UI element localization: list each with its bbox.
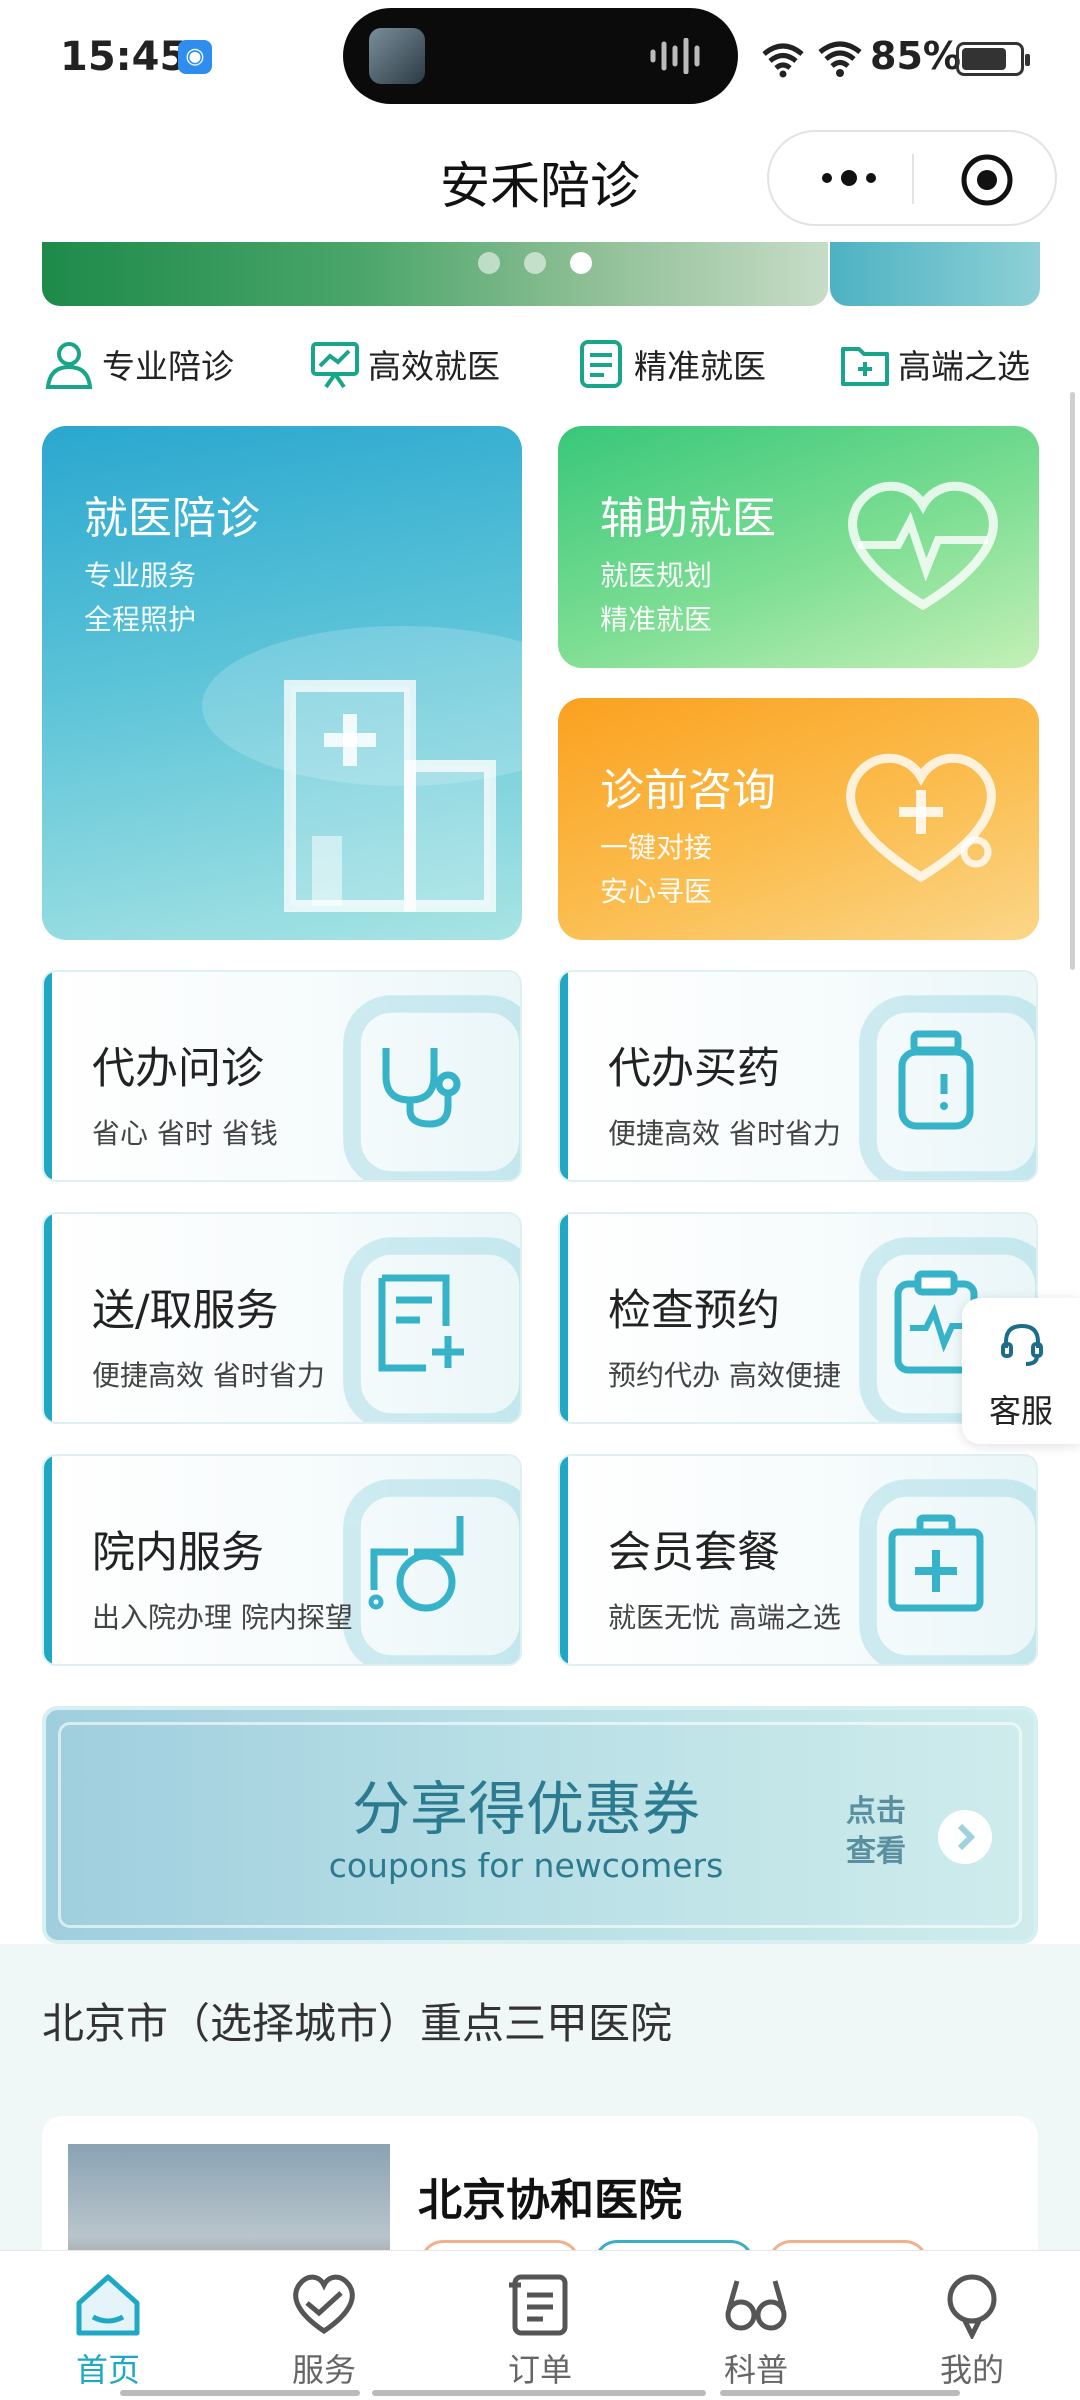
- order-list-icon: [509, 2274, 568, 2336]
- glasses-icon: [725, 2280, 787, 2331]
- media-thumbnail: [369, 28, 425, 84]
- home-indicator: [372, 2390, 706, 2396]
- service-subtitle: 便捷高效 省时省力: [608, 1117, 841, 1150]
- service-title: 检查预约: [608, 1286, 780, 1336]
- capsule-divider: [912, 154, 914, 204]
- battery-icon: [956, 42, 1030, 76]
- feature-professional: 专业陪诊: [42, 334, 234, 394]
- service-title: 代办问诊: [92, 1044, 264, 1094]
- banner-carousel[interactable]: [42, 242, 828, 306]
- feature-label: 专业陪诊: [102, 347, 234, 386]
- card-title: 辅助就医: [600, 493, 776, 544]
- clock: 15:45: [60, 34, 188, 80]
- more-icon[interactable]: [809, 154, 889, 202]
- service-in-hospital[interactable]: 院内服务 出入院办理 院内探望: [42, 1454, 522, 1666]
- tab-label: 服务: [291, 2351, 356, 2389]
- hospital-name: 北京协和医院: [418, 2175, 682, 2226]
- home-icon: [76, 2274, 140, 2336]
- home-indicator: [120, 2390, 360, 2396]
- service-delivery-pickup[interactable]: 送/取服务 便捷高效 省时省力: [42, 1212, 522, 1424]
- person-icon: [45, 342, 93, 389]
- heartbeat-icon: [848, 481, 998, 611]
- service-membership[interactable]: 会员套餐 就医无忧 高端之选: [558, 1454, 1038, 1666]
- add-document-icon: [378, 1274, 464, 1372]
- service-proxy-medicine[interactable]: 代办买药 便捷高效 省时省力: [558, 970, 1038, 1182]
- feature-efficient: 高效就医: [308, 334, 500, 394]
- home-indicator: [720, 2390, 960, 2396]
- customer-service-button[interactable]: 客服: [962, 1298, 1080, 1444]
- tab-home[interactable]: 首页: [0, 2251, 216, 2400]
- battery-percentage: 85%: [870, 34, 961, 78]
- feature-label: 高效就医: [368, 347, 500, 386]
- card-assisted-care[interactable]: 辅助就医 就医规划 精准就医: [558, 426, 1039, 668]
- tab-orders[interactable]: 订单: [432, 2251, 648, 2400]
- service-title: 送/取服务: [92, 1286, 279, 1336]
- wheelchair-icon: [368, 1516, 464, 1612]
- card-medical-escort[interactable]: 就医陪诊 专业服务 全程照护: [42, 426, 522, 940]
- service-subtitle: 省心 省时 省钱: [92, 1117, 278, 1150]
- document-icon: [580, 340, 622, 388]
- wifi-icon: [818, 41, 862, 77]
- feature-label: 精准就医: [634, 347, 766, 386]
- tab-profile[interactable]: 我的: [864, 2251, 1080, 2400]
- tab-label: 首页: [75, 2351, 140, 2389]
- tab-services[interactable]: 服务: [216, 2251, 432, 2400]
- status-bar: 15:45 ◉ 85%: [0, 0, 1080, 120]
- card-subtitle: 一键对接: [600, 831, 713, 864]
- dynamic-island[interactable]: [343, 8, 738, 104]
- medicine-bottle-icon: [898, 1030, 974, 1130]
- feature-premium: 高端之选: [838, 334, 1030, 394]
- chevron-right-icon[interactable]: [938, 1810, 992, 1864]
- tab-label: 我的: [939, 2351, 1004, 2389]
- tab-label: 订单: [507, 2351, 572, 2389]
- service-title: 院内服务: [92, 1528, 264, 1578]
- banner-next-slide: [830, 242, 1040, 306]
- card-subtitle: 专业服务: [84, 559, 197, 592]
- service-title: 会员套餐: [608, 1528, 780, 1578]
- card-title: 诊前咨询: [600, 765, 776, 816]
- card-subtitle: 精准就医: [600, 603, 713, 636]
- service-subtitle: 便捷高效 省时省力: [92, 1359, 325, 1392]
- coupon-banner[interactable]: 分享得优惠券 coupons for newcomers 点击查看: [42, 1706, 1038, 1944]
- section-title[interactable]: 北京市（选择城市）重点三甲医院: [42, 1990, 672, 2051]
- medical-folder-icon: [841, 347, 889, 386]
- hospital-icon: [202, 626, 522, 912]
- close-miniprogram-icon[interactable]: [959, 152, 1015, 208]
- card-title: 就医陪诊: [84, 493, 260, 544]
- card-pre-consultation[interactable]: 诊前咨询 一键对接 安心寻医: [558, 698, 1039, 940]
- headset-icon: [1001, 1323, 1043, 1366]
- service-subtitle: 就医无忧 高端之选: [608, 1601, 841, 1634]
- presentation-icon: [311, 342, 359, 389]
- card-subtitle: 全程照护: [84, 603, 197, 636]
- customer-service-label: 客服: [988, 1392, 1053, 1430]
- service-proxy-consultation[interactable]: 代办问诊 省心 省时 省钱: [42, 970, 522, 1182]
- service-title: 代办买药: [608, 1044, 780, 1094]
- heart-icon: [293, 2274, 355, 2335]
- miniprogram-capsule: [767, 130, 1057, 226]
- heart-stethoscope-icon: [846, 753, 996, 883]
- card-subtitle: 就医规划: [600, 559, 713, 592]
- tab-knowledge[interactable]: 科普: [648, 2251, 864, 2400]
- carousel-dot: [524, 252, 546, 274]
- feature-precise: 精准就医: [574, 334, 766, 394]
- app-notification-icon: ◉: [178, 40, 212, 74]
- scrollbar[interactable]: [1070, 392, 1075, 970]
- coupon-action[interactable]: 点击查看: [846, 1792, 916, 1872]
- service-subtitle: 预约代办 高效便捷: [608, 1359, 841, 1392]
- user-icon: [947, 2274, 997, 2339]
- feature-label: 高端之选: [898, 347, 1030, 386]
- carousel-dot: [478, 252, 500, 274]
- signal-icon: [762, 43, 804, 78]
- stethoscope-icon: [382, 1048, 461, 1128]
- service-subtitle: 出入院办理 院内探望: [92, 1601, 353, 1634]
- audio-wave-icon: [650, 38, 700, 74]
- card-subtitle: 安心寻医: [600, 875, 713, 908]
- first-aid-kit-icon: [888, 1514, 984, 1612]
- tab-label: 科普: [723, 2351, 788, 2389]
- carousel-dot-active: [570, 252, 592, 274]
- bottom-tab-bar: 首页 服务 订单 科普 我的: [0, 2250, 1080, 2400]
